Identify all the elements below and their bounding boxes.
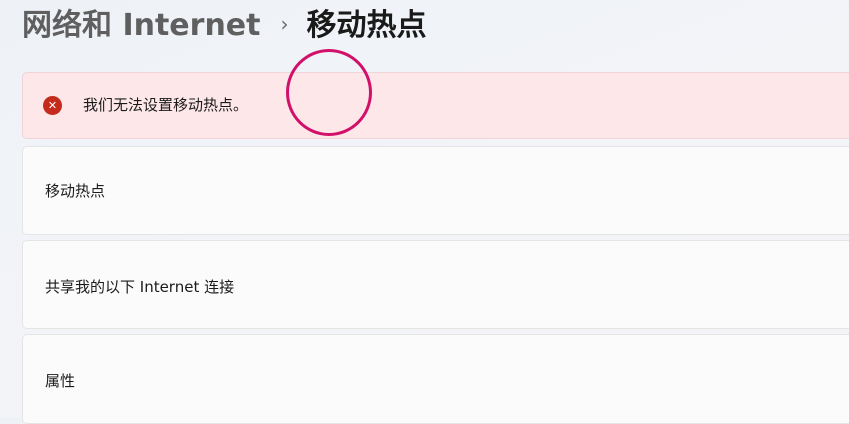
setting-card-share-connection[interactable]: 共享我的以下 Internet 连接	[22, 240, 849, 329]
error-infobar: ✕ 我们无法设置移动热点。	[22, 72, 849, 139]
error-message: 我们无法设置移动热点。	[83, 96, 249, 114]
setting-card-mobile-hotspot[interactable]: 移动热点	[22, 146, 849, 235]
breadcrumb-chevron-icon: ›	[280, 12, 289, 36]
page-title: 移动热点	[306, 8, 427, 43]
setting-card-label: 属性	[45, 372, 76, 390]
breadcrumb: 网络和 Internet › 移动热点	[22, 4, 427, 48]
setting-card-properties[interactable]: 属性	[22, 334, 849, 424]
setting-card-label: 移动热点	[45, 182, 106, 200]
breadcrumb-parent-network-internet[interactable]: 网络和 Internet	[22, 4, 261, 48]
setting-card-label: 共享我的以下 Internet 连接	[45, 278, 235, 296]
error-icon: ✕	[43, 96, 62, 115]
